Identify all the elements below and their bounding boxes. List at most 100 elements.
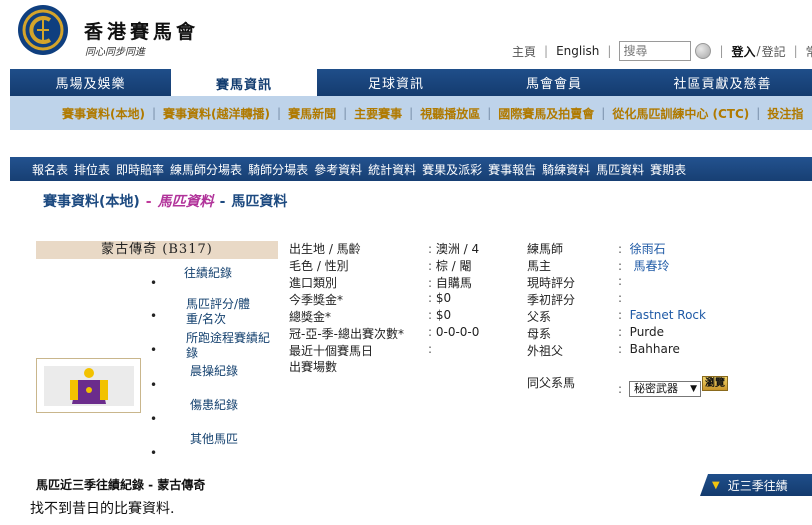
detail-label: 今季獎金* [289, 293, 344, 307]
detail-value: 澳洲 / 4 [435, 242, 480, 256]
side-menu-label[interactable]: 所跑途程賽績紀錄 [150, 331, 274, 361]
subnav-simulcast-racing[interactable]: 賽事資料(越洋轉播) [163, 105, 270, 122]
triangle-down-icon: ▼ [712, 479, 720, 491]
detail-starts: 出賽場數 [289, 358, 337, 375]
info-nav-item[interactable]: 馬匹資料 [596, 161, 644, 178]
detail-value-wrap: : [428, 342, 436, 356]
side-menu-item-form-record[interactable]: • 往績紀錄 [150, 266, 280, 290]
side-menu-item-other-horses[interactable]: • 其他馬匹 [150, 432, 280, 460]
home-link[interactable]: 主頁 [512, 43, 536, 60]
three-season-record-tab[interactable]: ▼ 近三季往績 [700, 474, 812, 496]
side-menu-item-distance-record[interactable]: • 所跑途程賽績紀錄 [150, 331, 280, 361]
trainer-link[interactable]: 徐雨石 [630, 242, 666, 256]
detail-value: $0 [435, 308, 452, 322]
racing-info-navigation: 報名表 排位表 即時賠率 練馬師分場表 騎師分場表 參考資料 統計資料 賽果及派… [10, 157, 812, 181]
subnav-major-races[interactable]: 主要賽事 [354, 105, 402, 122]
tab-football-info[interactable]: 足球資訊 [317, 69, 475, 96]
subnav-betting-guide[interactable]: 投注指 [767, 105, 803, 122]
detail-value-wrap: : 徐雨石 [618, 240, 666, 257]
side-menu-item-injury[interactable]: • 傷患紀錄 [150, 398, 280, 426]
tab-membership[interactable]: 馬會會員 [475, 69, 633, 96]
detail-value: $0 [435, 291, 452, 305]
silks-background [44, 366, 134, 406]
subnav-international-racing[interactable]: 國際賽馬及拍賣會 [498, 105, 594, 122]
detail-label: 外祖父 [527, 344, 564, 358]
tab-racing-info[interactable]: 賽馬資訊 [171, 69, 317, 98]
detail-value-wrap: : 自購馬 [428, 274, 472, 291]
side-menu-label[interactable]: 其他馬匹 [150, 432, 280, 447]
detail-value-wrap: : $0 [428, 291, 451, 305]
detail-label: 總獎金* [289, 310, 332, 324]
info-nav-item[interactable]: 排位表 [74, 161, 110, 178]
info-nav-item[interactable]: 參考資料 [314, 161, 362, 178]
info-nav-item[interactable]: 賽果及派彩 [422, 161, 482, 178]
info-nav-item[interactable]: 賽期表 [650, 161, 686, 178]
side-menu-label[interactable]: 傷患紀錄 [150, 398, 280, 413]
detail-origin-age: 出生地 / 馬齡 [289, 240, 361, 257]
detail-current-rating: 現時評分 [527, 274, 575, 291]
detail-value-wrap: : 澳洲 / 4 [428, 240, 479, 257]
hkjc-logo[interactable] [16, 2, 70, 58]
search-icon[interactable] [695, 43, 712, 59]
detail-label: 季初評分 [527, 293, 576, 307]
sire-link[interactable]: Fastnet Rock [630, 308, 706, 322]
detail-label: 同父系馬 [527, 376, 576, 390]
separator: | [487, 106, 492, 120]
breadcrumb-local-racing[interactable]: 賽事資料(本地) [43, 194, 140, 210]
detail-colon: : [618, 259, 634, 273]
detail-colon: : [618, 308, 630, 322]
detail-owner: 馬主 [527, 257, 551, 274]
detail-value-wrap: : 0-0-0-0 [428, 325, 479, 339]
side-menu-item-rating-weight[interactable]: • 馬匹評分/體重/名次 [150, 297, 280, 327]
detail-season-start-rating: 季初評分 [527, 291, 575, 308]
breadcrumb-separator: - [145, 194, 152, 210]
separator: | [793, 44, 798, 58]
detail-colon: : [618, 291, 623, 305]
side-menu-item-trackwork[interactable]: • 晨操紀錄 [150, 364, 280, 392]
info-nav-item[interactable]: 即時賠率 [116, 161, 164, 178]
register-link[interactable]: 登記 [762, 43, 786, 60]
detail-label: 出生地 / 馬齡 [289, 242, 361, 256]
subnav-video-zone[interactable]: 視聽播放區 [420, 105, 480, 122]
bullet: • [150, 343, 158, 357]
subnav-local-racing[interactable]: 賽事資料(本地) [62, 105, 145, 122]
breadcrumb-horse-info-link[interactable]: 馬匹資料 [158, 194, 214, 210]
english-link[interactable]: English [556, 44, 599, 58]
info-nav-item[interactable]: 練馬師分場表 [170, 161, 242, 178]
detail-value: 棕 / 閹 [435, 259, 472, 273]
search-input[interactable] [619, 41, 692, 61]
info-nav-item[interactable]: 騎師分場表 [248, 161, 308, 178]
login-link[interactable]: 登入 [732, 43, 756, 60]
detail-value: 自購馬 [435, 276, 472, 290]
info-nav-item[interactable]: 騎練資料 [542, 161, 590, 178]
detail-label: 最近十個賽馬日 [289, 344, 374, 358]
breadcrumb: 賽事資料(本地) - 馬匹資料 - 馬匹資料 [43, 191, 287, 211]
more-link[interactable]: 常 [806, 43, 812, 60]
side-menu-label[interactable]: 往績紀錄 [150, 266, 280, 281]
bullet: • [150, 446, 158, 460]
detail-label: 練馬師 [527, 242, 564, 256]
detail-colon: : [618, 242, 630, 256]
detail-colon: : [428, 291, 436, 305]
side-menu-label[interactable]: 晨操紀錄 [150, 364, 280, 379]
bullet: • [150, 309, 158, 323]
bullet: • [150, 378, 158, 392]
side-menu-label[interactable]: 馬匹評分/體重/名次 [150, 297, 258, 327]
subnav-racing-news[interactable]: 賽馬新聞 [288, 105, 336, 122]
select-value: 秘密武器 [634, 382, 678, 395]
subnav-ctc[interactable]: 從化馬匹訓練中心 (CTC) [612, 105, 749, 122]
tab-community-charity[interactable]: 社區貢獻及慈善 [633, 69, 812, 96]
owner-link[interactable]: 馬春玲 [634, 259, 670, 273]
separator: | [343, 106, 348, 120]
record-section-title: 馬匹近三季往績紀錄 - 蒙古傳奇 [36, 478, 206, 492]
separator: | [409, 106, 414, 120]
detail-value: Bahhare [629, 342, 680, 356]
silks-icon [70, 368, 108, 404]
info-nav-item[interactable]: 賽事報告 [488, 161, 536, 178]
detail-value-wrap: : $0 [428, 308, 451, 322]
info-nav-item[interactable]: 統計資料 [368, 161, 416, 178]
tab-venues-entertainment[interactable]: 馬場及娛樂 [10, 69, 171, 96]
same-sire-select[interactable]: 秘密武器 ▼ [629, 381, 701, 397]
browse-button[interactable]: 瀏覽 [702, 376, 728, 391]
info-nav-item[interactable]: 報名表 [32, 161, 68, 178]
